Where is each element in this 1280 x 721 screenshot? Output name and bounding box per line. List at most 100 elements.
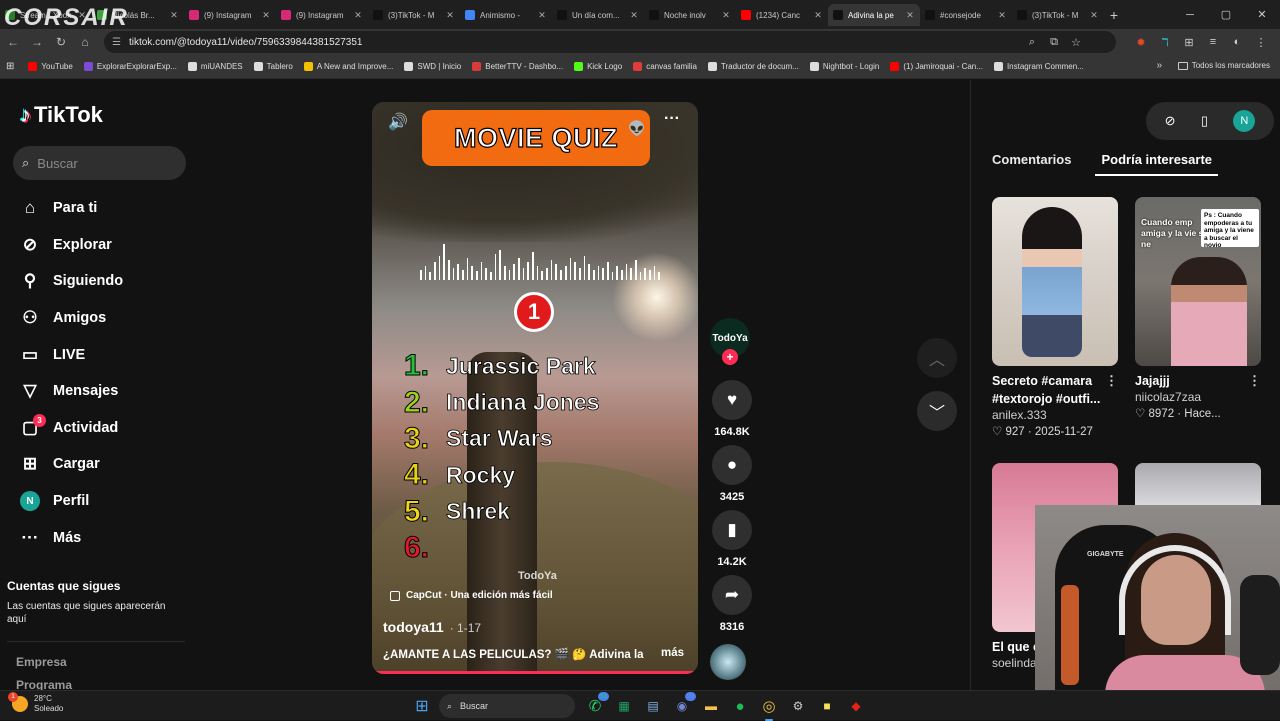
tab-close-icon[interactable]: ✕ bbox=[1089, 10, 1099, 21]
browser-tab[interactable]: (9) Instagram ✕ bbox=[184, 4, 276, 26]
footer-link-empresa[interactable]: Empresa bbox=[16, 655, 67, 669]
tab-close-icon[interactable]: ✕ bbox=[997, 10, 1007, 21]
excel-icon[interactable]: ▦ bbox=[612, 694, 636, 718]
card-title[interactable]: Secreto #camara #textorojo #outfi... bbox=[992, 372, 1112, 408]
spotify-icon[interactable]: ● bbox=[728, 694, 752, 718]
comment-icon[interactable]: ● bbox=[712, 445, 752, 485]
sidebar-item-para-ti[interactable]: ⌂ Para ti bbox=[18, 190, 123, 227]
address-bar[interactable]: ☰ tiktok.com/@todoya11/video/75963398443… bbox=[104, 31, 1116, 53]
sidebar-item-mensajes[interactable]: ▽ Mensajes bbox=[18, 373, 123, 410]
sidebar-item-live[interactable]: ▭ LIVE bbox=[18, 336, 123, 373]
browser-tab[interactable]: (1234) Canc ✕ bbox=[736, 4, 828, 26]
sidebar-item-perfil[interactable]: N Perfil bbox=[18, 483, 123, 520]
home-browser-icon[interactable]: ⌂ bbox=[74, 31, 96, 53]
sidebar-item-más[interactable]: ··· Más bbox=[18, 519, 123, 556]
footer-link-programa[interactable]: Programa bbox=[16, 678, 72, 690]
notepad-icon[interactable]: ▤ bbox=[641, 694, 665, 718]
puzzle-icon[interactable]: ⊞ bbox=[1178, 32, 1200, 52]
chrome-icon[interactable]: ◎ bbox=[757, 694, 781, 721]
bookmark-item[interactable]: SWD | Inicio bbox=[404, 62, 461, 71]
menu-icon[interactable]: ⋮ bbox=[1250, 32, 1272, 52]
bookmark-item[interactable]: Kick Logo bbox=[574, 62, 622, 71]
browser-tab[interactable]: Un día com... ✕ bbox=[552, 4, 644, 26]
browser-tab[interactable]: (3)TikTok - M ✕ bbox=[368, 4, 460, 26]
share-action[interactable]: ➦ 8316 bbox=[710, 575, 754, 640]
like-action[interactable]: ♥ 164.8K bbox=[710, 380, 754, 445]
creator-avatar[interactable]: TodoYa + bbox=[710, 318, 750, 365]
caption-more-button[interactable]: más bbox=[661, 647, 684, 659]
sidebar-item-amigos[interactable]: ⚇ Amigos bbox=[18, 300, 123, 337]
forward-icon[interactable]: → bbox=[26, 31, 48, 53]
sidebar-item-explorar[interactable]: ⊘ Explorar bbox=[18, 227, 123, 264]
bookmark-item[interactable]: YouTube bbox=[28, 62, 73, 71]
all-bookmarks-button[interactable]: Todos los marcadores bbox=[1177, 61, 1270, 70]
discord-icon[interactable]: ◉ 99 bbox=[670, 692, 696, 718]
bookmark-item[interactable]: Nightbot - Login bbox=[809, 62, 879, 71]
card-user[interactable]: anilex.333 bbox=[992, 408, 1118, 422]
next-video-button[interactable]: ﹀ bbox=[917, 391, 957, 431]
sidebar-item-cargar[interactable]: ⊞ Cargar bbox=[18, 446, 123, 483]
tab-suggestions[interactable]: Podría interesarte bbox=[1095, 152, 1218, 176]
browser-tab[interactable]: Noche inolv ✕ bbox=[644, 4, 736, 26]
bookmark-item[interactable]: A New and Improve... bbox=[303, 62, 393, 71]
compass-icon[interactable]: ⊘ bbox=[1165, 113, 1176, 129]
bookmark-item[interactable]: ExplorarExplorarExp... bbox=[83, 62, 177, 71]
extension-icon[interactable]: ✹ bbox=[1130, 32, 1152, 52]
tab-close-icon[interactable]: ✕ bbox=[537, 10, 547, 21]
card-more-icon[interactable]: ⋮ bbox=[1248, 373, 1261, 389]
video-author[interactable]: todoya11 · 1-17 bbox=[383, 619, 481, 635]
reload-icon[interactable]: ↻ bbox=[50, 31, 72, 53]
previous-video-button[interactable]: ︿ bbox=[917, 338, 957, 378]
video-thumbnail[interactable] bbox=[992, 197, 1118, 366]
follow-plus-icon[interactable]: + bbox=[722, 349, 738, 365]
browser-tab[interactable]: (3)TikTok - M ✕ bbox=[1012, 4, 1104, 26]
settings-icon[interactable]: ⚙ bbox=[786, 694, 810, 718]
bookmark-item[interactable]: (1) Jamiroquai - Can... bbox=[890, 62, 983, 71]
url-text[interactable]: tiktok.com/@todoya11/video/7596339844381… bbox=[129, 37, 362, 48]
bookmark-item[interactable]: BetterTTV - Dashbo... bbox=[472, 62, 563, 71]
tab-close-icon[interactable]: ✕ bbox=[445, 10, 455, 21]
site-info-icon[interactable]: ☰ bbox=[112, 37, 121, 48]
comment-action[interactable]: ● 3425 bbox=[710, 445, 754, 510]
save-action[interactable]: ▮ 14.2K bbox=[710, 510, 754, 575]
heart-icon[interactable]: ♥ bbox=[712, 380, 752, 420]
install-icon[interactable]: ⧉ bbox=[1044, 32, 1064, 52]
author-name[interactable]: todoya11 bbox=[383, 619, 444, 635]
browser-tab[interactable]: #consejode ✕ bbox=[920, 4, 1012, 26]
media-icon[interactable]: ≡ bbox=[1202, 32, 1224, 52]
search-input[interactable]: ⌕ Buscar bbox=[13, 146, 186, 180]
bookmark-icon[interactable]: ▮ bbox=[712, 510, 752, 550]
apps-icon[interactable]: ⊞ bbox=[6, 61, 14, 72]
sticky-notes-icon[interactable]: ■ bbox=[815, 694, 839, 718]
video-player[interactable]: 🔊 MOVIE QUIZ 👽 ··· 1 1. Jurassic Park 2. In… bbox=[372, 102, 698, 674]
tab-close-icon[interactable]: ✕ bbox=[629, 10, 639, 21]
video-more-icon[interactable]: ··· bbox=[664, 110, 680, 128]
bookmark-item[interactable]: Traductor de docum... bbox=[707, 62, 799, 71]
bookmark-item[interactable]: Tablero bbox=[253, 62, 293, 71]
music-disc[interactable] bbox=[710, 644, 746, 680]
more-bookmarks-icon[interactable]: » bbox=[1156, 60, 1162, 71]
tab-close-icon[interactable]: ✕ bbox=[261, 10, 271, 21]
volume-icon[interactable]: 🔊 bbox=[388, 112, 408, 132]
capcut-label[interactable]: CapCut · Una edición más fácil bbox=[390, 590, 553, 601]
weather-widget[interactable]: 1 28°C Soleado bbox=[8, 692, 63, 714]
phone-icon[interactable]: ▯ bbox=[1201, 113, 1208, 129]
new-tab-icon[interactable]: + bbox=[1104, 4, 1124, 26]
bookmark-star-icon[interactable]: ☆ bbox=[1066, 32, 1086, 52]
tab-close-icon[interactable]: ✕ bbox=[905, 10, 915, 21]
extension-icon[interactable]: ℸ bbox=[1154, 32, 1176, 52]
video-card[interactable]: Secreto #camara #textorojo #outfi... ani… bbox=[992, 197, 1118, 438]
card-title[interactable]: Jajajjj bbox=[1135, 372, 1255, 390]
browser-tab[interactable]: Animismo - ✕ bbox=[460, 4, 552, 26]
acrobat-icon[interactable]: ◆ bbox=[844, 694, 868, 718]
browser-tab[interactable]: (9) Instagram ✕ bbox=[276, 4, 368, 26]
video-progress[interactable] bbox=[372, 671, 698, 674]
tab-close-icon[interactable]: ✕ bbox=[353, 10, 363, 21]
bookmark-item[interactable]: canvas familia bbox=[633, 62, 697, 71]
browser-tab[interactable]: Adivina la pe ✕ bbox=[828, 4, 920, 26]
tab-close-icon[interactable]: ✕ bbox=[813, 10, 823, 21]
video-thumbnail[interactable]: Cuando emp amiga y la vie su ne Ps : Cua… bbox=[1135, 197, 1261, 366]
tab-comments[interactable]: Comentarios bbox=[992, 152, 1071, 176]
sidebar-item-siguiendo[interactable]: ⚲ Siguiendo bbox=[18, 263, 123, 300]
folder-icon[interactable]: ▬ bbox=[699, 694, 723, 718]
